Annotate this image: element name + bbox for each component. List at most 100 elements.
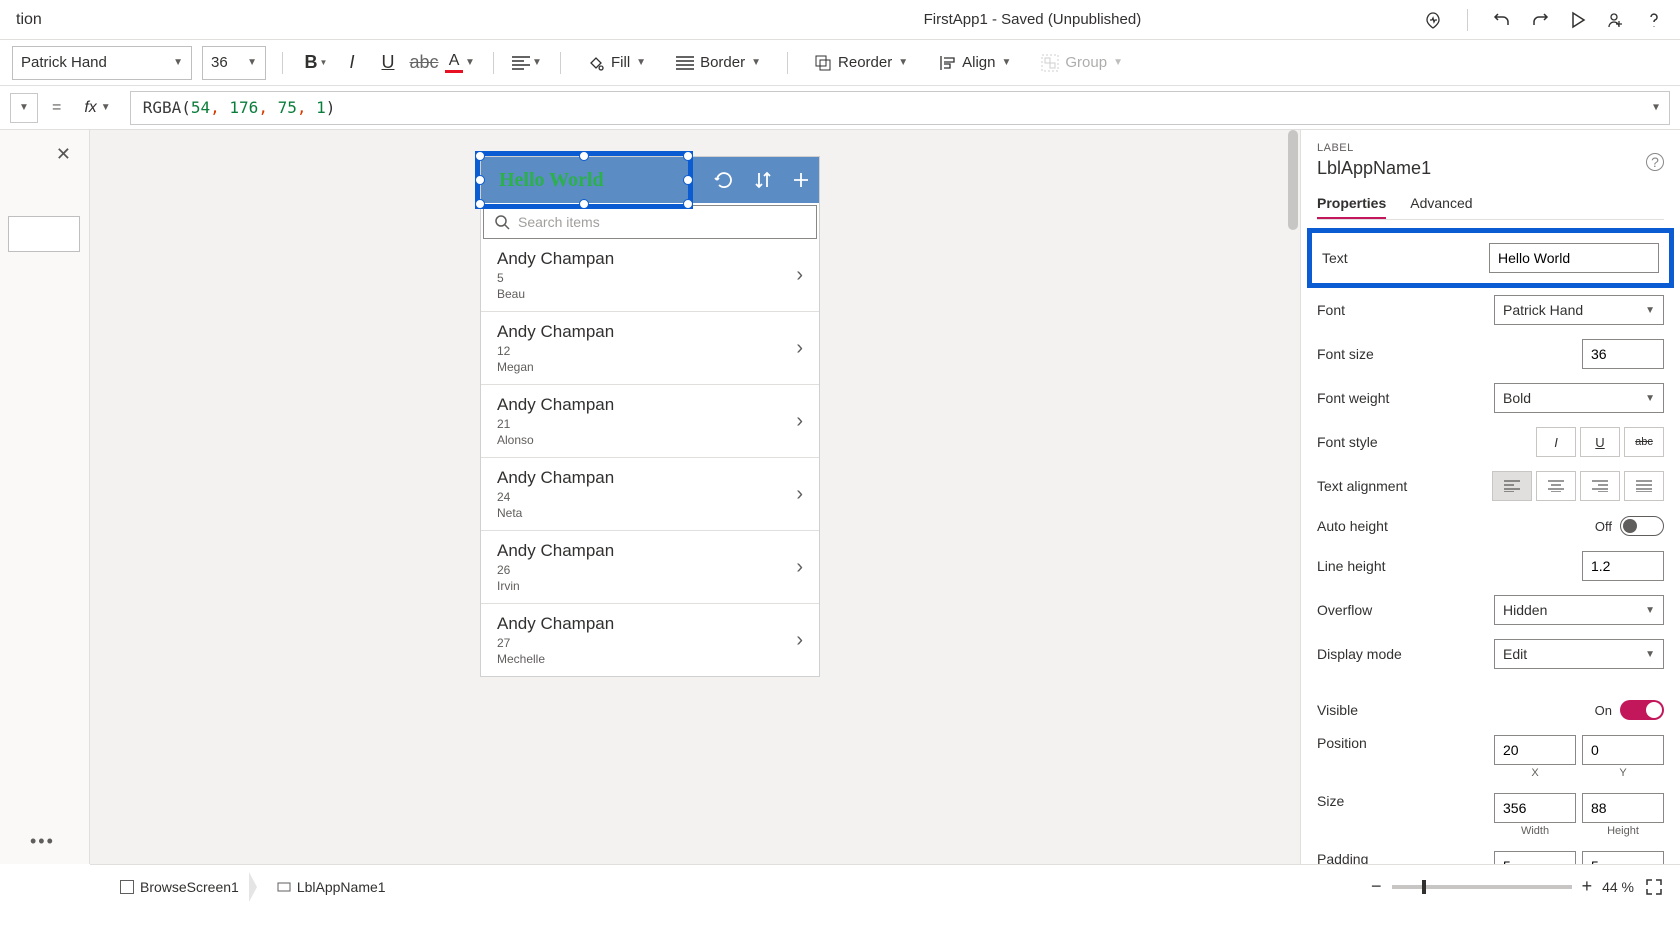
visible-toggle[interactable] bbox=[1620, 700, 1664, 720]
strikethrough-button[interactable]: abc bbox=[407, 46, 441, 80]
text-align-button[interactable]: ▼ bbox=[510, 46, 544, 80]
chevron-down-icon: ▼ bbox=[1113, 57, 1123, 68]
chevron-right-icon[interactable]: › bbox=[796, 337, 803, 360]
align-justify-button[interactable] bbox=[1624, 471, 1664, 501]
scrollbar-thumb[interactable] bbox=[1288, 130, 1298, 230]
main-layout: ✕ ••• Hello World bbox=[0, 130, 1680, 864]
list-item-id: 12 bbox=[497, 344, 614, 358]
fontweight-select[interactable]: Bold▼ bbox=[1494, 383, 1664, 413]
title-bar: tion FirstApp1 - Saved (Unpublished) bbox=[0, 0, 1680, 40]
list-item-meta: Andy Champan 27 Mechelle bbox=[497, 614, 614, 666]
padding-top-input[interactable] bbox=[1494, 851, 1576, 864]
list-item[interactable]: Andy Champan 27 Mechelle › bbox=[481, 603, 819, 676]
displaymode-select[interactable]: Edit▼ bbox=[1494, 639, 1664, 669]
zoom-in-button[interactable]: + bbox=[1582, 876, 1593, 897]
position-y-input[interactable] bbox=[1582, 735, 1664, 765]
list-item-name: Andy Champan bbox=[497, 468, 614, 488]
canvas[interactable]: Hello World Search items Andy Champan 5 … bbox=[90, 130, 1300, 864]
close-panel-icon[interactable]: ✕ bbox=[56, 144, 71, 165]
chevron-right-icon[interactable]: › bbox=[796, 556, 803, 579]
size-label: Size bbox=[1317, 793, 1344, 809]
visible-label: Visible bbox=[1317, 702, 1358, 718]
list-item-subtitle: Megan bbox=[497, 360, 614, 374]
underline-toggle[interactable]: U bbox=[1580, 427, 1620, 457]
list-item[interactable]: Andy Champan 21 Alonso › bbox=[481, 384, 819, 457]
chevron-right-icon[interactable]: › bbox=[796, 629, 803, 652]
list-item-name: Andy Champan bbox=[497, 395, 614, 415]
control-type-label: LABEL bbox=[1317, 142, 1664, 154]
group-label: Group bbox=[1065, 54, 1107, 71]
lineheight-input[interactable] bbox=[1582, 551, 1664, 581]
health-check-icon[interactable] bbox=[1423, 10, 1443, 30]
fontsize-input[interactable] bbox=[1582, 339, 1664, 369]
share-icon[interactable] bbox=[1606, 10, 1626, 30]
list-item-subtitle: Irvin bbox=[497, 579, 614, 593]
breadcrumb-screen[interactable]: BrowseScreen1 bbox=[106, 872, 249, 902]
list-item[interactable]: Andy Champan 24 Neta › bbox=[481, 457, 819, 530]
font-select[interactable]: Patrick Hand▼ bbox=[1494, 295, 1664, 325]
displaymode-label: Display mode bbox=[1317, 646, 1402, 662]
border-button[interactable]: Border ▼ bbox=[666, 54, 771, 71]
left-panel-input[interactable] bbox=[8, 216, 80, 252]
app-header: Hello World bbox=[481, 157, 819, 203]
breadcrumb-control[interactable]: LblAppName1 bbox=[263, 872, 396, 902]
undo-icon[interactable] bbox=[1492, 10, 1512, 30]
list-item[interactable]: Andy Champan 12 Megan › bbox=[481, 311, 819, 384]
expand-formula-icon[interactable]: ▼ bbox=[1653, 102, 1659, 113]
formula-input[interactable]: RGBA(54, 176, 75, 1) ▼ bbox=[130, 91, 1670, 125]
fill-label: Fill bbox=[611, 54, 630, 71]
chevron-right-icon[interactable]: › bbox=[796, 410, 803, 433]
canvas-scrollbar[interactable] bbox=[1286, 130, 1300, 864]
italic-toggle[interactable]: I bbox=[1536, 427, 1576, 457]
size-property-row: Size Width Height bbox=[1317, 786, 1664, 844]
list-item[interactable]: Andy Champan 26 Irvin › bbox=[481, 530, 819, 603]
fit-to-screen-button[interactable] bbox=[1644, 877, 1664, 897]
selection-box[interactable] bbox=[475, 151, 693, 209]
size-width-input[interactable] bbox=[1494, 793, 1576, 823]
padding-bottom-input[interactable] bbox=[1582, 851, 1664, 864]
gallery-list: Andy Champan 5 Beau › Andy Champan 12 Me… bbox=[481, 239, 819, 676]
underline-button[interactable]: U bbox=[371, 46, 405, 80]
list-item-meta: Andy Champan 12 Megan bbox=[497, 322, 614, 374]
bold-button[interactable]: B▼ bbox=[299, 46, 333, 80]
align-right-button[interactable] bbox=[1580, 471, 1620, 501]
autoheight-toggle[interactable] bbox=[1620, 516, 1664, 536]
more-options-button[interactable]: ••• bbox=[30, 831, 55, 852]
redo-icon[interactable] bbox=[1530, 10, 1550, 30]
search-box[interactable]: Search items bbox=[483, 205, 817, 239]
chevron-right-icon[interactable]: › bbox=[796, 483, 803, 506]
add-icon[interactable] bbox=[791, 170, 811, 190]
property-dropdown[interactable]: ▼ bbox=[10, 93, 38, 123]
tab-properties[interactable]: Properties bbox=[1317, 189, 1386, 219]
size-height-input[interactable] bbox=[1582, 793, 1664, 823]
zoom-out-button[interactable]: − bbox=[1371, 876, 1382, 897]
chevron-right-icon[interactable]: › bbox=[796, 264, 803, 287]
position-x-caption: X bbox=[1531, 767, 1538, 779]
tab-advanced[interactable]: Advanced bbox=[1410, 189, 1472, 219]
sort-icon[interactable] bbox=[753, 170, 773, 190]
overflow-select[interactable]: Hidden▼ bbox=[1494, 595, 1664, 625]
list-item-name: Andy Champan bbox=[497, 322, 614, 342]
font-family-select[interactable]: Patrick Hand ▼ bbox=[12, 46, 192, 80]
info-icon[interactable]: ? bbox=[1646, 153, 1664, 171]
italic-button[interactable]: I bbox=[335, 46, 369, 80]
strikethrough-toggle[interactable]: abc bbox=[1624, 427, 1664, 457]
fx-button[interactable]: fx ▼ bbox=[75, 98, 119, 118]
align-button[interactable]: Align ▼ bbox=[928, 54, 1021, 72]
fill-button[interactable]: Fill ▼ bbox=[577, 54, 656, 72]
align-center-button[interactable] bbox=[1536, 471, 1576, 501]
help-icon[interactable] bbox=[1644, 10, 1664, 30]
font-color-button[interactable]: A ▼ bbox=[443, 46, 477, 80]
reorder-button[interactable]: Reorder ▼ bbox=[804, 54, 918, 72]
text-input[interactable] bbox=[1489, 243, 1659, 273]
position-x-input[interactable] bbox=[1494, 735, 1576, 765]
align-left-button[interactable] bbox=[1492, 471, 1532, 501]
list-item[interactable]: Andy Champan 5 Beau › bbox=[481, 239, 819, 311]
play-icon[interactable] bbox=[1568, 10, 1588, 30]
zoom-slider[interactable] bbox=[1392, 885, 1572, 889]
position-property-row: Position X Y bbox=[1317, 728, 1664, 786]
control-name: LblAppName1 bbox=[1317, 158, 1664, 179]
refresh-icon[interactable] bbox=[713, 169, 735, 191]
font-size-select[interactable]: 36 ▼ bbox=[202, 46, 266, 80]
fontstyle-label: Font style bbox=[1317, 434, 1378, 450]
